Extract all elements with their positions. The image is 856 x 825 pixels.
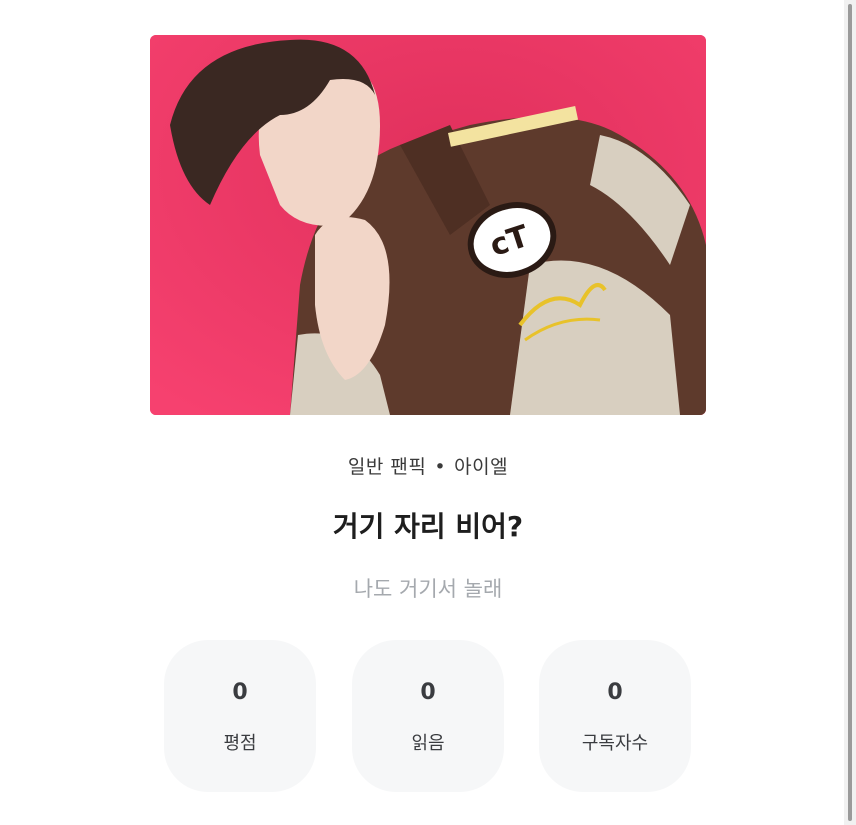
reads-value: 0 xyxy=(420,680,436,705)
stat-subscribers: 0 구독자수 xyxy=(539,640,691,792)
rating-label: 평점 xyxy=(223,733,257,754)
stat-reads: 0 읽음 xyxy=(352,640,504,792)
page: cT 일반 팬픽 • 아이엘 거기 자리 비어? 나도 거기서 놀래 0 평점 0 … xyxy=(0,0,856,825)
separator-dot: • xyxy=(434,456,447,478)
subscribers-label: 구독자수 xyxy=(581,733,649,754)
reads-label: 읽음 xyxy=(411,733,445,754)
cover-image: cT xyxy=(150,35,706,415)
tag-link[interactable]: 아이엘 xyxy=(454,456,508,478)
work-subtitle: 나도 거기서 놀래 xyxy=(353,577,503,601)
rating-value: 0 xyxy=(232,680,248,705)
category-link[interactable]: 일반 팬픽 xyxy=(348,456,426,478)
work-title: 거기 자리 비어? xyxy=(332,510,524,543)
scrollbar-thumb[interactable] xyxy=(848,4,852,821)
stat-rating: 0 평점 xyxy=(164,640,316,792)
work-meta: 일반 팬픽 • 아이엘 xyxy=(150,452,706,479)
scrollbar[interactable] xyxy=(844,0,856,825)
subscribers-value: 0 xyxy=(607,680,623,705)
